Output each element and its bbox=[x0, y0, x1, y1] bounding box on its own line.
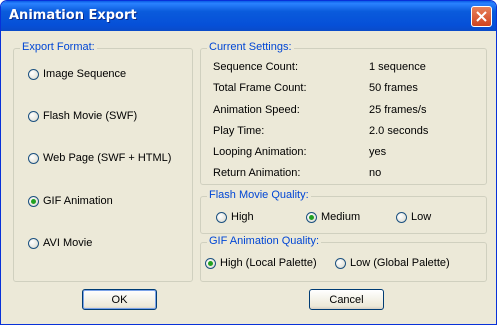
radio-gif-low[interactable]: Low (Global Palette) bbox=[335, 257, 450, 269]
title-bar[interactable]: Animation Export bbox=[1, 1, 496, 31]
radio-label: Flash Movie (SWF) bbox=[43, 110, 138, 122]
setting-value: 2.0 seconds bbox=[369, 125, 429, 137]
setting-value: yes bbox=[369, 146, 387, 158]
radio-flash-low[interactable]: Low bbox=[396, 211, 431, 223]
radio-label: Web Page (SWF + HTML) bbox=[43, 152, 172, 164]
radio-flash-medium[interactable]: Medium bbox=[306, 211, 360, 223]
radio-circle bbox=[28, 152, 39, 164]
radio-circle bbox=[396, 211, 407, 223]
animation-export-dialog: Animation Export Export Format: Image Se… bbox=[0, 0, 497, 325]
radio-label: High (Local Palette) bbox=[220, 257, 317, 269]
export-format-label: Export Format: bbox=[20, 41, 97, 53]
radio-circle bbox=[306, 211, 317, 223]
setting-name: Animation Speed: bbox=[213, 104, 300, 116]
setting-value: 25 frames/s bbox=[369, 104, 427, 116]
cancel-button-label: Cancel bbox=[329, 293, 364, 306]
setting-name: Looping Animation: bbox=[213, 146, 307, 158]
cancel-button[interactable]: Cancel bbox=[309, 289, 384, 310]
close-icon bbox=[476, 11, 487, 22]
radio-avi-movie[interactable]: AVI Movie bbox=[28, 237, 92, 249]
setting-name: Sequence Count: bbox=[213, 61, 299, 73]
radio-label: Low (Global Palette) bbox=[350, 257, 450, 269]
ok-button-label: OK bbox=[111, 293, 128, 306]
close-button[interactable] bbox=[471, 6, 492, 27]
radio-flash-movie[interactable]: Flash Movie (SWF) bbox=[28, 110, 137, 122]
flash-quality-group: Flash Movie Quality: High Medium Low bbox=[200, 189, 487, 234]
setting-name: Play Time: bbox=[213, 125, 265, 137]
radio-web-page[interactable]: Web Page (SWF + HTML) bbox=[28, 152, 171, 164]
ok-button[interactable]: OK bbox=[82, 289, 157, 310]
current-settings-group: Current Settings: Sequence Count: 1 sequ… bbox=[200, 41, 487, 185]
radio-label: Low bbox=[411, 211, 432, 223]
radio-label: Medium bbox=[321, 211, 361, 223]
radio-label: High bbox=[231, 211, 254, 223]
setting-name: Total Frame Count: bbox=[213, 82, 307, 94]
dialog-content: Export Format: Image Sequence Flash Movi… bbox=[4, 31, 493, 323]
radio-image-sequence[interactable]: Image Sequence bbox=[28, 68, 126, 80]
radio-circle bbox=[28, 110, 39, 122]
current-settings-label: Current Settings: bbox=[207, 41, 294, 53]
radio-flash-high[interactable]: High bbox=[216, 211, 254, 223]
gif-quality-group: GIF Animation Quality: High (Local Palet… bbox=[200, 235, 487, 282]
radio-circle bbox=[205, 257, 216, 269]
gif-quality-label: GIF Animation Quality: bbox=[207, 235, 322, 247]
setting-name: Return Animation: bbox=[213, 167, 301, 179]
radio-circle bbox=[28, 195, 39, 207]
setting-value: 1 sequence bbox=[369, 61, 426, 73]
radio-label: AVI Movie bbox=[43, 237, 93, 249]
setting-value: 50 frames bbox=[369, 82, 418, 94]
radio-label: Image Sequence bbox=[43, 68, 127, 80]
radio-gif-high[interactable]: High (Local Palette) bbox=[205, 257, 317, 269]
radio-label: GIF Animation bbox=[43, 195, 113, 207]
radio-circle bbox=[28, 237, 39, 249]
radio-gif-animation[interactable]: GIF Animation bbox=[28, 195, 113, 207]
radio-circle bbox=[216, 211, 227, 223]
radio-circle bbox=[335, 257, 346, 269]
export-format-group: Export Format: Image Sequence Flash Movi… bbox=[13, 41, 193, 282]
flash-quality-label: Flash Movie Quality: bbox=[207, 189, 311, 201]
window-title: Animation Export bbox=[9, 8, 137, 23]
setting-value: no bbox=[369, 167, 382, 179]
radio-circle bbox=[28, 68, 39, 80]
